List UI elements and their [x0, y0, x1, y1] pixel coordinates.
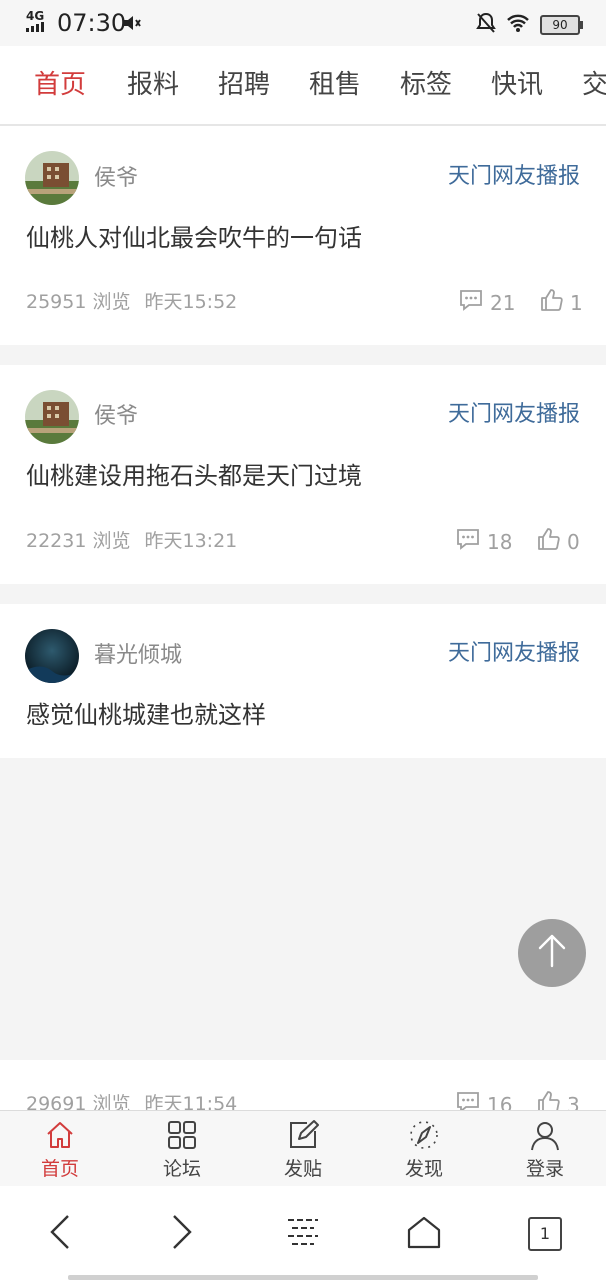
menu-icon: [286, 1215, 320, 1253]
post-title[interactable]: 仙桃建设用拖石头都是天门过境: [26, 460, 362, 492]
tab-jobs[interactable]: 招聘: [218, 66, 270, 104]
nav-login[interactable]: 登录: [495, 1119, 595, 1181]
post-time: 昨天15:52: [144, 291, 238, 313]
post-card[interactable]: 侯爷 天门网友播报 仙桃建设用拖石头都是天门过境 22231 浏览 昨天13:21…: [0, 365, 606, 584]
tab-report[interactable]: 报料: [127, 66, 179, 104]
home-icon: [44, 1122, 76, 1155]
user-icon: [529, 1122, 561, 1155]
post-source[interactable]: 天门网友播报: [448, 163, 580, 191]
nav-post-label: 发贴: [283, 1158, 322, 1180]
category-tabs: 首页 报料 招聘 租售 标签 快讯 交: [0, 46, 606, 126]
post-author[interactable]: 暮光倾城: [94, 642, 182, 670]
nav-discover[interactable]: 发现: [374, 1119, 474, 1181]
comment-icon: [455, 527, 481, 556]
browser-toolbar: 1: [0, 1186, 606, 1280]
like-count: 0: [567, 529, 580, 554]
post-source[interactable]: 天门网友播报: [448, 640, 580, 668]
view-count: 25951 浏览: [26, 291, 131, 313]
bottom-nav: 首页 论坛 发贴 发现 登录: [0, 1110, 606, 1187]
avatar[interactable]: [25, 151, 79, 205]
clock: 07:30: [57, 9, 127, 37]
post-time: 昨天13:21: [144, 530, 238, 552]
post-title[interactable]: 仙桃人对仙北最会吹牛的一句话: [26, 222, 362, 254]
status-bar: 4G 07:30 90: [0, 0, 606, 46]
post-meta: 25951 浏览 昨天15:52: [26, 290, 237, 314]
comment-icon: [458, 288, 484, 317]
battery-icon: 90: [540, 15, 583, 35]
grid-icon: [166, 1121, 198, 1155]
tab-rent-sale[interactable]: 租售: [309, 66, 361, 104]
nav-forum[interactable]: 论坛: [132, 1119, 232, 1181]
post-meta: 22231 浏览 昨天13:21: [26, 529, 237, 553]
post-card[interactable]: 侯爷 天门网友播报 仙桃人对仙北最会吹牛的一句话 25951 浏览 昨天15:52…: [0, 126, 606, 345]
menu-button[interactable]: [279, 1210, 327, 1258]
post-title[interactable]: 感觉仙桃城建也就这样: [26, 699, 266, 731]
back-button[interactable]: [36, 1210, 84, 1258]
nav-forum-label: 论坛: [162, 1158, 201, 1180]
nav-home-label: 首页: [40, 1158, 79, 1180]
signal-icon: 4G: [26, 10, 46, 32]
nav-login-label: 登录: [525, 1158, 564, 1180]
nav-post[interactable]: 发贴: [253, 1119, 353, 1181]
view-count: 22231 浏览: [26, 530, 131, 552]
home-indicator: [68, 1275, 538, 1280]
post-card[interactable]: 暮光倾城 天门网友播报 感觉仙桃城建也就这样: [0, 604, 606, 758]
avatar[interactable]: [25, 629, 79, 683]
tab-count: 1: [528, 1217, 562, 1251]
tab-tags[interactable]: 标签: [400, 66, 452, 104]
compass-icon: [408, 1121, 440, 1155]
forward-button[interactable]: [158, 1210, 206, 1258]
volume-icon: [122, 13, 142, 37]
scroll-to-top-button[interactable]: [518, 919, 586, 987]
like-stat[interactable]: 0: [537, 527, 580, 556]
chevron-right-icon: [170, 1214, 194, 1254]
avatar[interactable]: [25, 390, 79, 444]
edit-icon: [287, 1120, 319, 1155]
house-icon: [406, 1215, 442, 1253]
home-button[interactable]: [400, 1210, 448, 1258]
post-source[interactable]: 天门网友播报: [448, 401, 580, 429]
nav-discover-label: 发现: [404, 1158, 443, 1180]
tab-switcher-button[interactable]: 1: [521, 1210, 569, 1258]
comment-count: 18: [487, 529, 513, 554]
arrow-up-icon: [536, 933, 568, 973]
post-author[interactable]: 侯爷: [94, 403, 138, 431]
thumbs-up-icon: [540, 288, 564, 317]
like-stat[interactable]: 1: [540, 288, 583, 317]
comment-stat[interactable]: 18: [455, 527, 512, 556]
tab-more[interactable]: 交: [582, 66, 606, 104]
post-card-footer[interactable]: 29691 浏览 昨天11:54 16 3: [0, 1060, 606, 1117]
nav-home[interactable]: 首页: [10, 1119, 110, 1181]
comment-stat[interactable]: 21: [458, 288, 515, 317]
tab-news-flash[interactable]: 快讯: [491, 66, 543, 104]
comment-count: 21: [490, 290, 516, 315]
thumbs-up-icon: [537, 527, 561, 556]
mute-bell-icon: [476, 12, 496, 38]
wifi-icon: [506, 13, 530, 37]
tab-home[interactable]: 首页: [34, 66, 86, 104]
network-type: 4G: [26, 9, 45, 23]
post-author[interactable]: 侯爷: [94, 165, 138, 193]
like-count: 1: [570, 290, 583, 315]
chevron-left-icon: [48, 1214, 72, 1254]
